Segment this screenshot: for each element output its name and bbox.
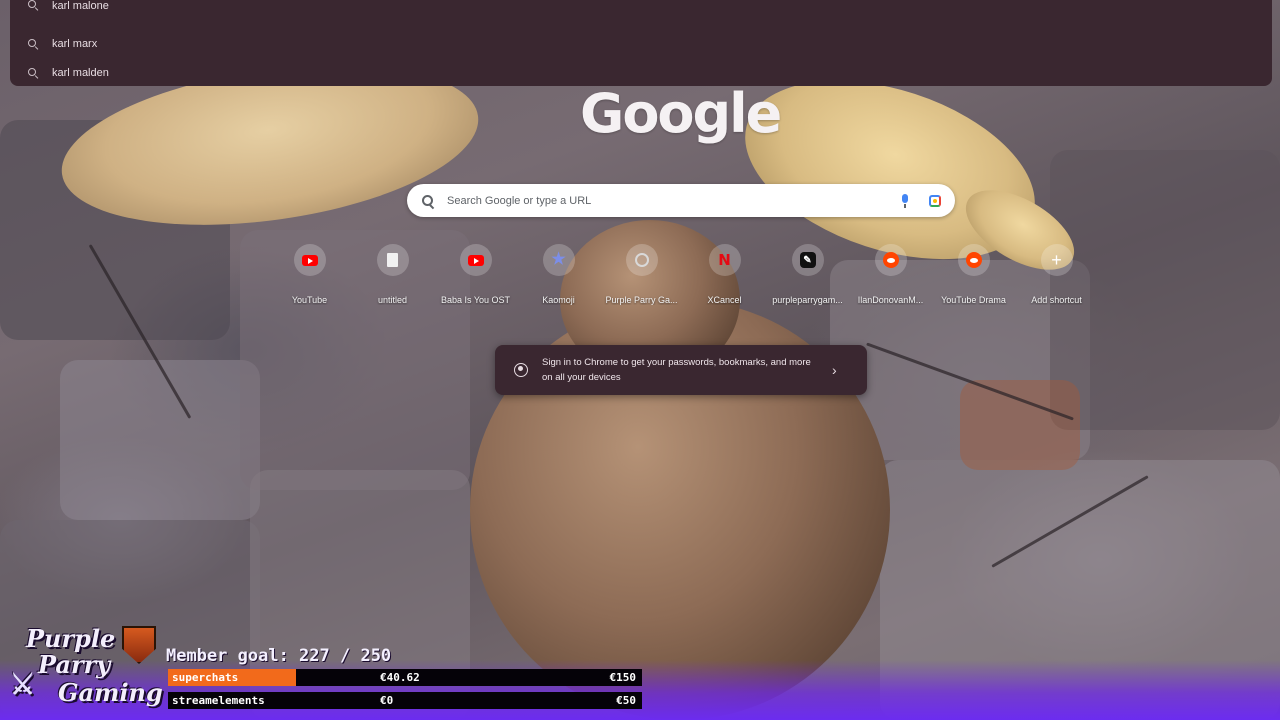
search-box[interactable]: [407, 184, 955, 217]
search-icon: [28, 0, 38, 10]
shortcut-kaomoji[interactable]: ★ Kaomoji: [517, 244, 600, 305]
google-lens-icon[interactable]: [929, 194, 941, 207]
goal-bar-label: streamelements: [172, 694, 265, 707]
suggestion-text: karl marx: [52, 37, 98, 50]
goal-bar-superchats: superchats €40.62 €150: [168, 669, 642, 686]
account-icon: [514, 363, 528, 377]
youtube-icon: [301, 254, 318, 266]
shortcut-ilandonovan[interactable]: IlanDonovanM...: [849, 244, 932, 305]
suggestion-item[interactable]: karl malden: [10, 58, 1272, 87]
search-icon: [28, 67, 38, 78]
shortcut-baba-is-you[interactable]: Baba Is You OST: [434, 244, 517, 305]
search-icon: [28, 38, 38, 49]
shortcut-label: IlanDonovanM...: [857, 295, 924, 305]
logo-text-line2: Parry: [38, 650, 111, 679]
signin-promo-text: Sign in to Chrome to get your passwords,…: [542, 357, 811, 383]
add-shortcut-button[interactable]: + Add shortcut: [1015, 244, 1098, 305]
goal-bar-streamelements: streamelements €0 €50: [168, 692, 642, 709]
plus-icon: +: [1051, 250, 1062, 270]
shortcut-icon-circle: [625, 244, 658, 276]
goal-bar-target: €150: [609, 671, 637, 684]
suggestion-item[interactable]: karl marx: [10, 29, 1272, 58]
goal-bar-target: €50: [616, 694, 636, 707]
steam-icon: [634, 253, 649, 267]
rock: [60, 360, 260, 520]
rock: [960, 380, 1080, 470]
shortcut-purple-parry[interactable]: Purple Parry Ga...: [600, 244, 683, 305]
logo-text-line3: Gaming: [58, 678, 163, 707]
logo-text-line1: Purple: [26, 624, 116, 653]
shortcut-icon-circle: N: [708, 244, 741, 276]
suggestion-item[interactable]: karl malone: [10, 0, 1272, 14]
shortcut-label: untitled: [377, 295, 408, 305]
search-icon: [421, 194, 435, 208]
shortcut-icon-circle: [459, 244, 492, 276]
channel-logo: ⚔ Purple Parry Gaming: [6, 624, 166, 716]
goal-bar-current: €0: [380, 694, 394, 707]
shortcut-label: XCancel: [707, 295, 742, 305]
shortcut-tiles: YouTube untitled Baba Is You OST ★ Kaomo…: [268, 244, 1098, 305]
shortcut-youtube-drama[interactable]: YouTube Drama: [932, 244, 1015, 305]
document-icon: [387, 253, 398, 267]
shortcut-icon-circle: ★: [542, 244, 575, 276]
shortcut-icon-circle: [376, 244, 409, 276]
omnibox-suggestions: karl malone karl marx karl malden: [10, 0, 1272, 86]
crossed-swords-icon: ⚔: [10, 668, 36, 701]
goal-bar-label: superchats: [172, 671, 239, 684]
netflix-n-icon: N: [718, 251, 731, 269]
shortcut-purpleparrygaming[interactable]: ✎ purpleparrygam...: [766, 244, 849, 305]
shortcut-xcancel[interactable]: N XCancel: [683, 244, 766, 305]
suggestion-text: karl malden: [52, 66, 109, 79]
shortcut-label: Add shortcut: [1031, 295, 1082, 305]
signin-promo[interactable]: Sign in to Chrome to get your passwords,…: [495, 345, 867, 395]
youtube-icon: [467, 254, 484, 266]
shortcut-icon-circle: [874, 244, 907, 276]
chevron-right-icon[interactable]: ›: [832, 362, 837, 378]
reddit-icon: [965, 252, 982, 268]
shortcut-icon-circle: [293, 244, 326, 276]
shield-crest-icon: [122, 626, 156, 664]
shortcut-icon-circle: [957, 244, 990, 276]
shortcut-label: Kaomoji: [542, 295, 575, 305]
shortcut-label: YouTube: [291, 295, 328, 305]
shortcut-label: YouTube Drama: [941, 295, 1006, 305]
pen-icon: ✎: [799, 252, 816, 268]
microphone-icon[interactable]: [901, 193, 909, 208]
shortcut-untitled[interactable]: untitled: [351, 244, 434, 305]
shortcut-label: Purple Parry Ga...: [605, 295, 678, 305]
shortcut-youtube[interactable]: YouTube: [268, 244, 351, 305]
shortcut-label: purpleparrygam...: [772, 295, 843, 305]
reddit-icon: [882, 252, 899, 268]
star-icon: ★: [551, 251, 566, 268]
member-goal-text: Member goal: 227 / 250: [166, 646, 392, 666]
google-logo: Google: [580, 82, 782, 145]
shortcut-icon-circle: +: [1040, 244, 1073, 276]
search-input[interactable]: [445, 193, 901, 208]
suggestion-text: karl malone: [52, 0, 109, 12]
shortcut-label: Baba Is You OST: [440, 295, 511, 305]
goal-bar-current: €40.62: [380, 671, 420, 684]
shortcut-icon-circle: ✎: [791, 244, 824, 276]
